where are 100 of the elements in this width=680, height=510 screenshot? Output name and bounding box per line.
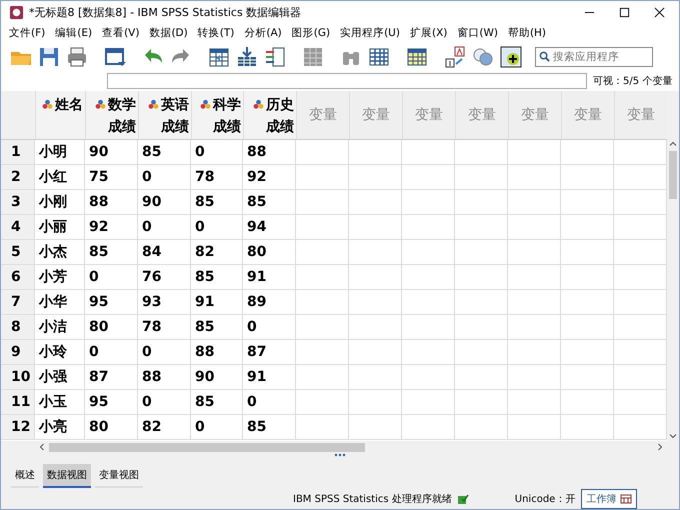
table-cell[interactable]: 75 xyxy=(85,165,138,189)
table-cell[interactable]: 92 xyxy=(85,215,138,239)
table-cell[interactable]: 小强 xyxy=(35,365,85,389)
menu-item[interactable]: 编辑(E) xyxy=(55,26,92,40)
table-cell[interactable]: 0 xyxy=(243,315,296,339)
menu-item[interactable]: 扩展(X) xyxy=(410,26,448,40)
table-cell[interactable]: 0 xyxy=(138,390,191,414)
scroll-thumb[interactable] xyxy=(49,442,365,452)
table-cell[interactable]: 小亮 xyxy=(35,415,85,439)
cell-editor-field[interactable] xyxy=(107,73,587,89)
table-cell[interactable]: 小丽 xyxy=(35,215,85,239)
row-number[interactable]: 3 xyxy=(1,190,35,214)
table-cell[interactable]: 小玉 xyxy=(35,390,85,414)
table-cell[interactable]: 91 xyxy=(243,365,296,389)
vertical-scrollbar[interactable] xyxy=(667,91,679,441)
table-cell[interactable]: 0 xyxy=(138,215,191,239)
workbook-button[interactable]: 工作簿 xyxy=(581,489,638,509)
table-cell[interactable]: 85 xyxy=(191,390,243,414)
table-cell[interactable]: 89 xyxy=(243,290,296,314)
table-cell[interactable]: 93 xyxy=(138,290,191,314)
table-bars-icon[interactable] xyxy=(263,45,287,69)
window-icon[interactable] xyxy=(103,45,127,69)
table-cell[interactable]: 小芳 xyxy=(35,265,85,289)
table-cell[interactable]: 87 xyxy=(85,365,138,389)
row-number[interactable]: 4 xyxy=(1,215,35,239)
row-number[interactable]: 11 xyxy=(1,390,35,414)
table-cell[interactable]: 95 xyxy=(85,290,138,314)
row-number[interactable]: 10 xyxy=(1,365,35,389)
table-cell[interactable]: 小刚 xyxy=(35,190,85,214)
menu-item[interactable]: 文件(F) xyxy=(9,26,46,40)
table-download-icon[interactable] xyxy=(235,45,259,69)
row-number[interactable]: 6 xyxy=(1,265,35,289)
floppy-icon[interactable] xyxy=(37,45,61,69)
table-cell[interactable]: 80 xyxy=(85,415,138,439)
table-cell[interactable]: 0 xyxy=(191,140,243,164)
table-cell[interactable]: 94 xyxy=(243,215,296,239)
menu-item[interactable]: 查看(V) xyxy=(102,26,140,40)
printer-icon[interactable] xyxy=(65,45,89,69)
table-cell[interactable]: 小玲 xyxy=(35,340,85,364)
table-cell[interactable]: 85 xyxy=(243,415,296,439)
table-cell[interactable]: 0 xyxy=(191,215,243,239)
row-number[interactable]: 1 xyxy=(1,140,35,164)
table-cell[interactable]: 91 xyxy=(191,290,243,314)
table-cell[interactable]: 88 xyxy=(85,190,138,214)
scroll-thumb[interactable] xyxy=(669,151,677,199)
table-cell[interactable]: 0 xyxy=(243,390,296,414)
table-cell[interactable]: 85 xyxy=(191,315,243,339)
table-cell[interactable]: 80 xyxy=(243,240,296,264)
table-cell[interactable]: 84 xyxy=(138,240,191,264)
table-cell[interactable]: 0 xyxy=(191,415,243,439)
column-header[interactable]: 英语成绩 xyxy=(139,91,192,139)
table-corner[interactable] xyxy=(1,91,36,139)
table-cell[interactable]: 0 xyxy=(85,265,138,289)
close-icon[interactable] xyxy=(654,6,665,18)
table-cell[interactable]: 88 xyxy=(243,140,296,164)
menu-item[interactable]: 数据(D) xyxy=(149,26,188,40)
menu-item[interactable]: 转换(T) xyxy=(198,26,234,40)
table-cell[interactable]: 78 xyxy=(138,315,191,339)
menu-item[interactable]: 实用程序(U) xyxy=(340,26,400,40)
table-cell[interactable]: 小华 xyxy=(35,290,85,314)
column-header[interactable]: 科学成绩 xyxy=(192,91,244,139)
grid-icon[interactable] xyxy=(301,45,325,69)
table-cell[interactable]: 小洁 xyxy=(35,315,85,339)
view-tab[interactable]: 变量视图 xyxy=(95,464,143,488)
table-cell[interactable]: 0 xyxy=(138,165,191,189)
table-cell[interactable]: 85 xyxy=(191,190,243,214)
row-number[interactable]: 7 xyxy=(1,290,35,314)
search-field[interactable]: 搜索应用程序 xyxy=(535,47,653,67)
column-header[interactable]: 数学成绩 xyxy=(86,91,139,139)
table-cell[interactable]: 90 xyxy=(85,140,138,164)
menu-item[interactable]: 窗口(W) xyxy=(457,26,498,40)
table-cell[interactable]: 小明 xyxy=(35,140,85,164)
splitter-handle-icon[interactable] xyxy=(334,453,346,457)
value-labels-icon[interactable] xyxy=(443,45,467,69)
table-cell[interactable]: 95 xyxy=(85,390,138,414)
table-cell[interactable]: 87 xyxy=(243,340,296,364)
table-cell[interactable]: 0 xyxy=(138,340,191,364)
maximize-icon[interactable] xyxy=(619,6,630,18)
table-cell[interactable]: 85 xyxy=(243,190,296,214)
menu-item[interactable]: 图形(G) xyxy=(292,26,330,40)
table-cell[interactable]: 小杰 xyxy=(35,240,85,264)
table-cell[interactable]: 85 xyxy=(85,240,138,264)
menu-item[interactable]: 帮助(H) xyxy=(508,26,546,40)
view-tab[interactable]: 数据视图 xyxy=(43,464,91,488)
table-cell[interactable]: 91 xyxy=(243,265,296,289)
add-icon[interactable] xyxy=(499,45,523,69)
table-cell[interactable]: 88 xyxy=(191,340,243,364)
table-cell[interactable]: 85 xyxy=(191,265,243,289)
table-cell[interactable]: 82 xyxy=(138,415,191,439)
table-cell[interactable]: 78 xyxy=(191,165,243,189)
table-cell[interactable]: 85 xyxy=(138,140,191,164)
view-tab[interactable]: 概述 xyxy=(11,464,39,488)
table-cell[interactable]: 小红 xyxy=(35,165,85,189)
row-number[interactable]: 8 xyxy=(1,315,35,339)
table-cell[interactable]: 90 xyxy=(191,365,243,389)
row-number[interactable]: 2 xyxy=(1,165,35,189)
table-cell[interactable]: 82 xyxy=(191,240,243,264)
table-cell[interactable]: 88 xyxy=(138,365,191,389)
table-cell[interactable]: 92 xyxy=(243,165,296,189)
row-number[interactable]: 12 xyxy=(1,415,35,439)
